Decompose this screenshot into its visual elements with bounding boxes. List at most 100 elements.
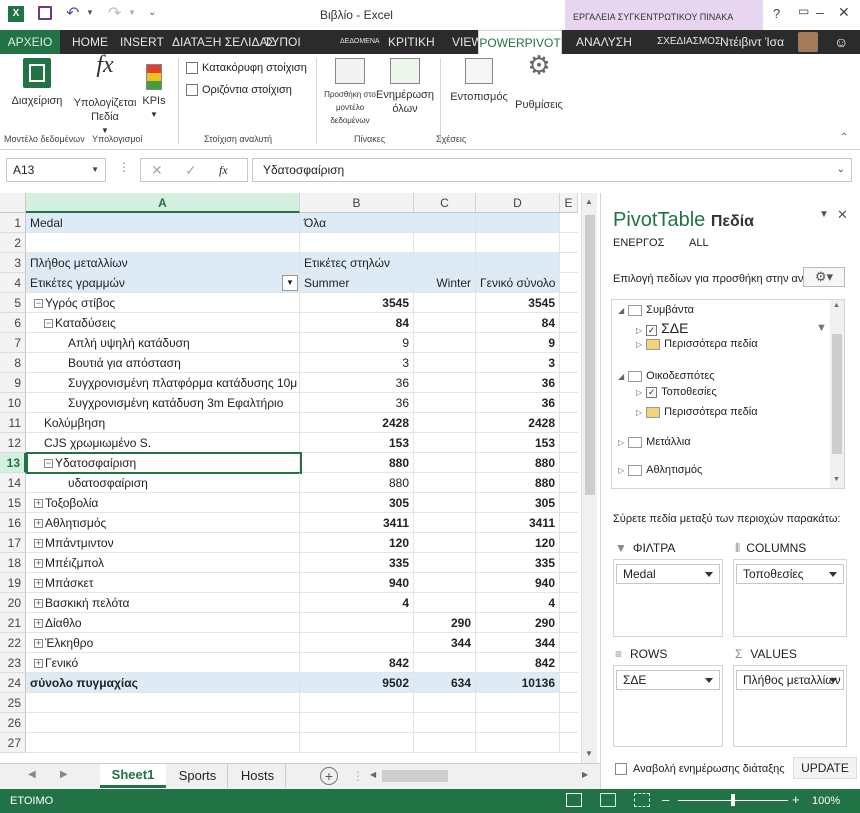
page-break-view-icon[interactable]	[634, 793, 650, 807]
cell-e[interactable]	[560, 533, 578, 553]
manage-button[interactable]: Διαχείριση	[6, 58, 68, 108]
expand-icon[interactable]: +	[34, 579, 43, 589]
cell-d[interactable]: 335	[476, 553, 560, 573]
cell-e[interactable]	[560, 553, 578, 573]
collapse-ribbon-icon[interactable]: ⌃	[840, 132, 848, 143]
align-vertical-button[interactable]: Κατακόρυφη στοίχιση	[186, 62, 307, 75]
expand-arrow-icon[interactable]: ▷	[618, 438, 624, 447]
tab-data[interactable]: ΔΕΔΟΜΕΝΑ	[340, 30, 380, 54]
select-all[interactable]	[0, 193, 26, 213]
cell-a[interactable]: − Υδατοσφαίριση	[26, 453, 300, 473]
cell-e[interactable]	[560, 693, 578, 713]
sheet-tab-sports[interactable]: Sports	[168, 764, 228, 788]
cell-d[interactable]: 880	[476, 453, 560, 473]
cell-e[interactable]	[560, 473, 578, 493]
cell-a[interactable]: Ετικέτες γραμμών ▼	[26, 273, 300, 293]
expand-icon[interactable]: +	[34, 619, 43, 629]
worksheet-grid[interactable]: A B C D E 1 Medal Όλα 2 3 Πλήθος μεταλλίων Ετι…	[0, 193, 597, 763]
row-header[interactable]: 8	[0, 353, 26, 373]
field-scroll-thumb[interactable]	[832, 334, 842, 454]
cell-c[interactable]	[414, 433, 476, 453]
field-checkbox[interactable]: ✓	[646, 324, 658, 336]
rows-area[interactable]: ΣΔΕ	[613, 665, 723, 747]
cell-b[interactable]: 9502	[300, 673, 414, 693]
page-layout-view-icon[interactable]	[600, 793, 616, 807]
cell-c[interactable]: 344	[414, 633, 476, 653]
cell-e[interactable]	[560, 513, 578, 533]
vertical-scrollbar[interactable]: ▲ ▼	[581, 193, 597, 763]
row-header[interactable]: 7	[0, 333, 26, 353]
tab-splitter-icon[interactable]: ⋮	[352, 769, 364, 783]
tab-active-fields[interactable]: ΕΝΕΡΓΟΣ	[613, 237, 664, 249]
field-list-item[interactable]: ◢ Συμβάντα	[618, 302, 694, 318]
insert-function-icon[interactable]: fx	[219, 163, 228, 178]
expand-icon[interactable]: +	[34, 519, 43, 529]
cell-c[interactable]	[414, 533, 476, 553]
cell-c[interactable]	[414, 553, 476, 573]
field-list-item[interactable]: ◢ Οικοδεσπότες	[618, 368, 715, 384]
scroll-right-icon[interactable]: ▶	[582, 770, 588, 779]
cell-c[interactable]	[414, 413, 476, 433]
zoom-level[interactable]: 100%	[812, 795, 840, 807]
redo-icon[interactable]: ↷	[108, 3, 121, 23]
normal-view-icon[interactable]	[566, 793, 582, 807]
expand-arrow-icon[interactable]: ▷	[636, 388, 642, 397]
cell-a[interactable]: + Μπέιζμπολ	[26, 553, 300, 573]
col-header-c[interactable]: C	[414, 193, 476, 213]
cell-c[interactable]: 634	[414, 673, 476, 693]
cell-c[interactable]	[414, 473, 476, 493]
cell-d[interactable]: 940	[476, 573, 560, 593]
sheet-tab-sheet1[interactable]: Sheet1	[100, 764, 166, 788]
cell-b[interactable]: Όλα	[300, 213, 414, 233]
col-header-d[interactable]: D	[476, 193, 560, 213]
collapse-arrow-icon[interactable]: ◢	[618, 372, 624, 381]
cell-b[interactable]	[300, 633, 414, 653]
field-scroll-up-icon[interactable]: ▲	[833, 302, 840, 309]
row-header[interactable]: 19	[0, 573, 26, 593]
row-header[interactable]: 5	[0, 293, 26, 313]
expand-icon[interactable]: +	[34, 559, 43, 569]
cell-c[interactable]	[414, 313, 476, 333]
save-icon[interactable]	[38, 6, 52, 20]
row-header[interactable]: 6	[0, 313, 26, 333]
col-header-e[interactable]: E	[560, 193, 578, 213]
row-header[interactable]: 11	[0, 413, 26, 433]
field-list[interactable]: ◢ Συμβάντα ▷ ✓ ΣΔΕ ▼ ▷ Περισσότερα πεδία ◢ Οικοδε…	[611, 299, 845, 489]
cell-d[interactable]: 36	[476, 393, 560, 413]
cell-e[interactable]	[560, 333, 578, 353]
cell-a[interactable]: Πλήθος μεταλλίων	[26, 253, 300, 273]
kpis-button[interactable]: KPIs ▼	[140, 58, 168, 122]
cell-b[interactable]	[300, 713, 414, 733]
field-list-item[interactable]: ▷ Περισσότερα πεδία	[636, 404, 758, 420]
tab-insert[interactable]: INSERT	[120, 30, 164, 54]
calculated-fields-button[interactable]: fx Υπολογίζεται Πεδία ▼	[72, 53, 138, 138]
cell-e[interactable]	[560, 213, 578, 233]
row-header[interactable]: 26	[0, 713, 26, 733]
cell-a[interactable]: Medal	[26, 213, 300, 233]
cell-b[interactable]: 880	[300, 473, 414, 493]
cell-a[interactable]: CJS χρωμιωμένο S.	[26, 433, 300, 453]
row-header[interactable]: 25	[0, 693, 26, 713]
columns-area[interactable]: Τοποθεσίες	[733, 559, 847, 637]
cell-b[interactable]: 305	[300, 493, 414, 513]
filters-area[interactable]: Medal	[613, 559, 723, 637]
align-horizontal-button[interactable]: Οριζόντια στοίχιση	[186, 84, 292, 97]
collapse-arrow-icon[interactable]: ◢	[618, 306, 624, 315]
name-box[interactable]: A13 ▼	[6, 158, 106, 182]
cell-a[interactable]	[26, 693, 300, 713]
cell-d[interactable]: 3	[476, 353, 560, 373]
cell-e[interactable]	[560, 573, 578, 593]
cell-e[interactable]	[560, 253, 578, 273]
cell-b[interactable]: 880	[300, 453, 414, 473]
cell-b[interactable]: 842	[300, 653, 414, 673]
cell-a[interactable]	[26, 713, 300, 733]
row-header[interactable]: 16	[0, 513, 26, 533]
row-header[interactable]: 27	[0, 733, 26, 753]
undo-dropdown-icon[interactable]: ▼	[86, 8, 94, 17]
cell-b[interactable]: 3411	[300, 513, 414, 533]
tab-home[interactable]: HOME	[72, 30, 108, 54]
zoom-out-icon[interactable]: –	[662, 792, 669, 807]
row-header[interactable]: 17	[0, 533, 26, 553]
cell-e[interactable]	[560, 633, 578, 653]
formula-options-icon[interactable]: ⋮	[118, 160, 130, 174]
